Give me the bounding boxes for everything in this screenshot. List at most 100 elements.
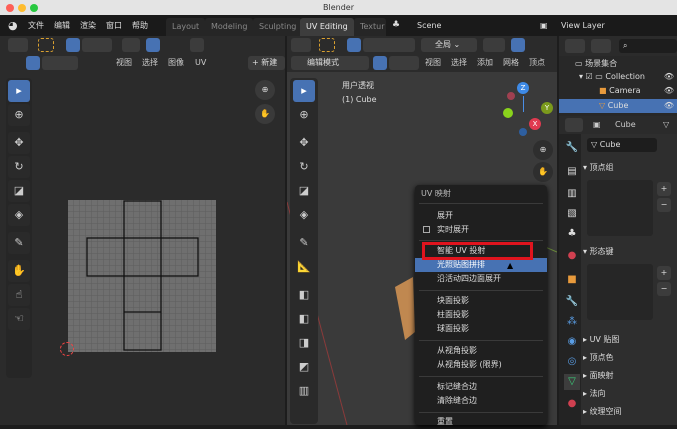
object-tab-icon[interactable]: ■ bbox=[564, 272, 580, 288]
uv-menu-uv[interactable]: UV bbox=[195, 54, 206, 72]
menu-item-reset[interactable]: 重置 bbox=[415, 415, 547, 429]
new-image-button[interactable]: + 新建 bbox=[248, 56, 285, 70]
menu-help[interactable]: 帮助 bbox=[132, 15, 148, 36]
select-mode-new-button[interactable] bbox=[66, 38, 80, 52]
modifier-tab-icon[interactable]: 🔧 bbox=[564, 294, 580, 310]
select-tool-icon[interactable] bbox=[38, 38, 54, 52]
world-tab-icon[interactable]: ● bbox=[564, 248, 580, 264]
gizmo-x-axis[interactable]: X bbox=[529, 118, 541, 130]
close-window-button[interactable] bbox=[6, 4, 14, 12]
blender-logo-icon[interactable]: ◕ bbox=[8, 15, 18, 36]
panel-vertex-groups[interactable]: ▾ 顶点组 bbox=[583, 160, 677, 176]
view-layer-name[interactable]: View Layer bbox=[561, 15, 605, 36]
measure-tool-icon[interactable]: 📐 bbox=[293, 256, 315, 278]
menu-item-clear-seam[interactable]: 清除缝合边 bbox=[415, 394, 547, 408]
grab-tool-icon[interactable]: ✋ bbox=[8, 260, 30, 282]
zoom-icon[interactable]: ⊕ bbox=[533, 140, 553, 160]
menu-window[interactable]: 窗口 bbox=[106, 15, 122, 36]
annotate-tool-icon[interactable]: ✎ bbox=[293, 232, 315, 254]
menu-file[interactable]: 文件 bbox=[28, 15, 44, 36]
menu-item-cube-projection[interactable]: 块面投影 bbox=[415, 294, 547, 308]
outliner-item-collection[interactable]: ▾ ☑ ▭ Collection 👁 bbox=[579, 72, 677, 81]
navigation-gizmo[interactable]: Z Y X bbox=[503, 82, 557, 138]
minimize-window-button[interactable] bbox=[18, 4, 26, 12]
inset-tool-icon[interactable]: ◨ bbox=[293, 332, 315, 354]
uv-menu-image[interactable]: 图像 bbox=[168, 54, 184, 72]
pan-icon[interactable]: ✋ bbox=[255, 104, 275, 124]
relax-tool-icon[interactable]: ☝ bbox=[8, 284, 30, 306]
vertex-select-icon[interactable] bbox=[373, 56, 387, 70]
scene-icon[interactable]: ♣ bbox=[392, 15, 400, 36]
viewport-menu-view[interactable]: 视图 bbox=[425, 54, 441, 72]
add-cube-tool-icon[interactable]: ◧ bbox=[293, 284, 315, 306]
panel-normals[interactable]: ▸ 法向 bbox=[583, 386, 677, 402]
maximize-window-button[interactable] bbox=[30, 4, 38, 12]
material-tab-icon[interactable]: ● bbox=[564, 396, 580, 412]
transform-tool-icon[interactable]: ◈ bbox=[8, 204, 30, 226]
particles-tab-icon[interactable]: ⁂ bbox=[564, 314, 580, 330]
menu-edit[interactable]: 编辑 bbox=[54, 15, 70, 36]
mode-dropdown[interactable]: 编辑模式 bbox=[291, 56, 369, 70]
view-layer-icon[interactable]: ▣ bbox=[540, 15, 548, 36]
select-mode-buttons[interactable] bbox=[363, 38, 415, 52]
viewport-menu-add[interactable]: 添加 bbox=[477, 54, 493, 72]
sync-selection-icon[interactable] bbox=[26, 56, 40, 70]
viewport-menu-vertex[interactable]: 顶点 bbox=[529, 54, 545, 72]
move-tool-icon[interactable]: ✥ bbox=[293, 132, 315, 154]
extrude-tool-icon[interactable]: ◧ bbox=[293, 308, 315, 330]
visibility-eye-icon[interactable]: 👁 bbox=[664, 72, 674, 81]
outliner-search-input[interactable]: ⌕ bbox=[619, 39, 677, 53]
filter-button[interactable] bbox=[591, 39, 611, 53]
add-shape-key-button[interactable]: + bbox=[657, 266, 671, 280]
pan-icon[interactable]: ✋ bbox=[533, 162, 553, 182]
menu-item-mark-seam[interactable]: 标记缝合边 bbox=[415, 380, 547, 394]
editor-type-button[interactable] bbox=[291, 38, 311, 52]
constraints-tab-icon[interactable]: ◎ bbox=[564, 354, 580, 370]
pinch-tool-icon[interactable]: ☜ bbox=[8, 308, 30, 330]
uv-menu-view[interactable]: 视图 bbox=[116, 54, 132, 72]
live-unwrap-checkbox[interactable] bbox=[423, 226, 430, 233]
menu-item-project-from-view[interactable]: 从视角投影 bbox=[415, 344, 547, 358]
transform-tool-icon[interactable]: ◈ bbox=[293, 204, 315, 226]
editor-type-button[interactable] bbox=[8, 38, 28, 52]
editor-type-button[interactable] bbox=[565, 118, 583, 132]
select-tool-icon[interactable] bbox=[319, 38, 335, 52]
outliner-scene-collection[interactable]: ▭ 场景集合 bbox=[575, 58, 617, 69]
snap-icon[interactable] bbox=[146, 38, 160, 52]
proportional-edit-icon[interactable] bbox=[190, 38, 204, 52]
gizmo-z-axis[interactable]: Z bbox=[517, 82, 529, 94]
zoom-icon[interactable]: ⊕ bbox=[255, 80, 275, 100]
panel-uv-maps[interactable]: ▸ UV 贴图 bbox=[583, 332, 677, 348]
panel-vertex-colors[interactable]: ▸ 顶点色 bbox=[583, 350, 677, 366]
menu-item-lightmap-pack[interactable]: 光照贴图拼排 bbox=[415, 258, 547, 272]
visibility-eye-icon[interactable]: 👁 bbox=[664, 99, 674, 113]
select-mode-new-button[interactable] bbox=[347, 38, 361, 52]
scene-name[interactable]: Scene bbox=[417, 15, 441, 36]
data-tab-icon[interactable]: ▽ bbox=[564, 374, 580, 390]
panel-texture-space[interactable]: ▸ 纹理空间 bbox=[583, 404, 677, 420]
menu-item-follow-active-quads[interactable]: 沿活动四边面展开 bbox=[415, 272, 547, 286]
pivot-button[interactable] bbox=[483, 38, 505, 52]
edge-face-select-icons[interactable] bbox=[389, 56, 419, 70]
output-tab-icon[interactable]: ▥ bbox=[564, 186, 580, 202]
mesh-name-field[interactable]: ▽ Cube bbox=[587, 138, 657, 152]
outliner-item-cube[interactable]: ▽ Cube 👁 bbox=[559, 99, 677, 113]
select-box-tool-icon[interactable]: ▸ bbox=[293, 80, 315, 102]
viewport-menu-mesh[interactable]: 网格 bbox=[503, 54, 519, 72]
rotate-tool-icon[interactable]: ↻ bbox=[8, 156, 30, 178]
tab-modeling[interactable]: Modeling bbox=[205, 18, 254, 36]
remove-shape-key-button[interactable]: − bbox=[657, 282, 671, 296]
tab-layout[interactable]: Layout bbox=[166, 18, 206, 36]
menu-item-unwrap[interactable]: 展开 bbox=[415, 209, 547, 223]
view-layer-tab-icon[interactable]: ▧ bbox=[564, 206, 580, 222]
menu-render[interactable]: 渲染 bbox=[80, 15, 96, 36]
cursor-tool-icon[interactable]: ⊕ bbox=[293, 104, 315, 126]
tab-sculpting[interactable]: Sculpting bbox=[253, 18, 303, 36]
panel-shape-keys[interactable]: ▾ 形态键 bbox=[583, 244, 677, 260]
viewport-menu-select[interactable]: 选择 bbox=[451, 54, 467, 72]
scale-tool-icon[interactable]: ◪ bbox=[293, 180, 315, 202]
menu-item-live-unwrap[interactable]: 实时展开 bbox=[415, 223, 547, 237]
outliner-item-camera[interactable]: ■ Camera 👁 bbox=[599, 86, 677, 95]
tool-tab-icon[interactable]: 🔧 bbox=[564, 140, 580, 156]
vertex-groups-list[interactable] bbox=[587, 180, 653, 236]
